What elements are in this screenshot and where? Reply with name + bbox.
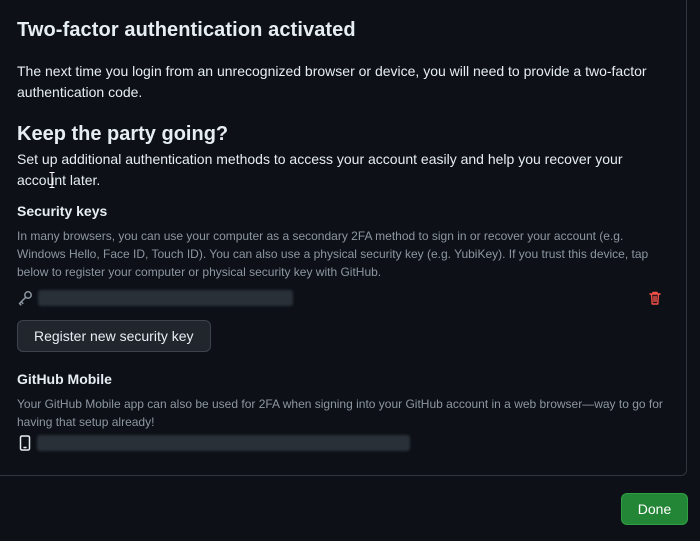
mobile-device-name-redacted (37, 435, 410, 451)
section-subtitle: Keep the party going? (17, 123, 229, 145)
security-keys-description: In many browsers, you can use your compu… (17, 229, 649, 279)
security-keys-heading: Security keys (17, 203, 108, 219)
page-title: Two-factor authentication activated (17, 19, 356, 41)
github-mobile-heading: GitHub Mobile (17, 371, 112, 387)
text-cursor-icon (49, 172, 55, 188)
registered-mobile-device-row (17, 435, 410, 451)
key-icon (17, 290, 33, 306)
subtitle-description: Set up additional authentication methods… (17, 151, 623, 188)
registered-security-key-row (17, 290, 293, 306)
intro-text: The next time you login from an unrecogn… (17, 63, 647, 100)
trash-icon[interactable] (647, 290, 663, 306)
github-mobile-description: Your GitHub Mobile app can also be used … (17, 397, 663, 429)
done-button[interactable]: Done (621, 493, 688, 525)
mobile-device-icon (17, 435, 33, 451)
security-key-name-redacted (38, 290, 293, 306)
two-factor-activated-panel: Two-factor authentication activated The … (0, 0, 687, 476)
register-security-key-button[interactable]: Register new security key (17, 320, 211, 352)
